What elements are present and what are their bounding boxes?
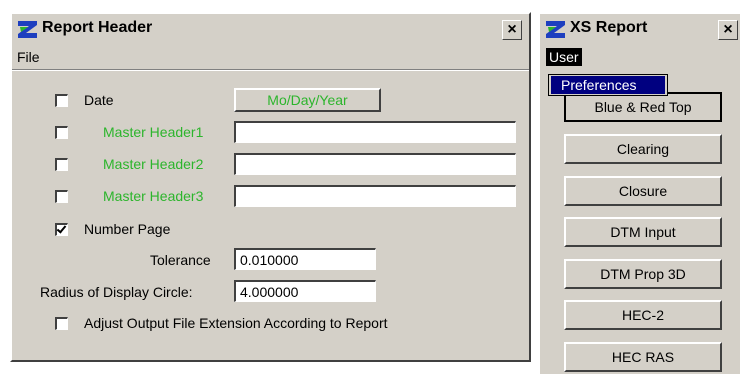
report-header-title: Report Header — [42, 19, 153, 36]
master-header3-label: Master Header3 — [103, 188, 204, 204]
master-header3-input[interactable] — [234, 185, 516, 207]
date-format-button[interactable]: Mo/Day/Year — [234, 88, 381, 112]
dtm-prop-3d-button[interactable]: DTM Prop 3D — [564, 259, 722, 289]
number-page-label: Number Page — [84, 221, 171, 237]
user-menu-popup: Preferences — [548, 74, 668, 96]
xs-report-title: XS Report — [570, 19, 648, 36]
master-header2-label: Master Header2 — [103, 156, 204, 172]
dtm-input-button[interactable]: DTM Input — [564, 217, 722, 247]
tolerance-label: Tolerance — [150, 252, 211, 268]
blue-red-top-button[interactable]: Blue & Red Top — [564, 92, 722, 122]
hec-2-button[interactable]: HEC-2 — [564, 300, 722, 330]
date-label: Date — [84, 92, 114, 108]
tolerance-input[interactable] — [234, 248, 376, 270]
master-header1-label: Master Header1 — [103, 124, 204, 140]
app-logo-icon — [546, 21, 565, 38]
close-icon[interactable]: × — [718, 20, 738, 40]
master-header2-input[interactable] — [234, 153, 516, 175]
adjust-extension-checkbox[interactable] — [55, 317, 68, 330]
xs-report-menubar: User — [540, 46, 740, 68]
date-checkbox[interactable] — [55, 94, 68, 107]
closure-button[interactable]: Closure — [564, 176, 722, 206]
radius-input[interactable] — [234, 280, 376, 302]
master-header1-input[interactable] — [234, 121, 516, 143]
menu-file[interactable]: File — [14, 48, 43, 66]
preferences-menu-item[interactable]: Preferences — [551, 76, 665, 94]
master-header3-checkbox[interactable] — [55, 190, 68, 203]
xs-report-window: XS Report × User Blue & Red Top Clearing… — [538, 12, 740, 374]
xs-report-titlebar[interactable]: XS Report × — [540, 14, 740, 44]
app-logo-icon — [18, 21, 37, 38]
menu-user[interactable]: User — [546, 48, 582, 66]
hec-ras-button[interactable]: HEC RAS — [564, 342, 722, 372]
radius-label: Radius of Display Circle: — [40, 284, 193, 300]
master-header2-checkbox[interactable] — [55, 158, 68, 171]
adjust-extension-label: Adjust Output File Extension According t… — [84, 315, 388, 331]
master-header1-checkbox[interactable] — [55, 126, 68, 139]
report-header-window: Report Header × File Date Mo/Day/Year Ma… — [10, 12, 531, 362]
report-header-menubar: File — [12, 46, 529, 68]
close-icon[interactable]: × — [502, 20, 522, 40]
clearing-button[interactable]: Clearing — [564, 134, 722, 164]
menu-divider — [12, 69, 529, 71]
number-page-checkbox[interactable] — [55, 223, 68, 236]
report-header-titlebar[interactable]: Report Header × — [12, 14, 529, 44]
